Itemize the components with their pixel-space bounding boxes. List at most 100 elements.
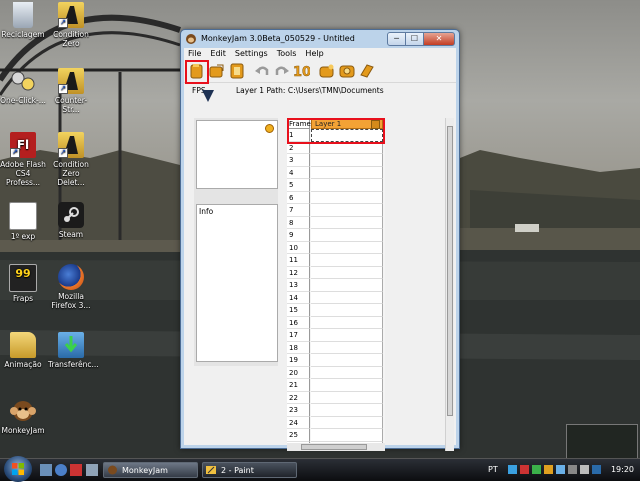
desktop-icon-condition-zero-deleted[interactable]: ↗ Condition Zero Delet... [48,132,94,187]
taskbar-button-paint[interactable]: 2 - Paint [202,462,297,478]
horizontal-scrollbar[interactable] [287,443,385,451]
frame-cell[interactable] [311,379,383,392]
menu-settings[interactable]: Settings [235,48,268,60]
minimize-button[interactable]: ─ [387,32,406,46]
frame-row[interactable]: 7 [287,204,385,217]
frame-cell[interactable] [311,154,383,167]
frame-cell[interactable] [311,179,383,192]
redo-icon[interactable] [274,63,290,79]
frame-row[interactable]: 12 [287,266,385,279]
frame-row[interactable]: 14 [287,291,385,304]
import-icon[interactable] [209,63,225,79]
desktop-icon-recycle-bin[interactable]: Reciclagem [0,2,46,39]
desktop-icon-adobe-flash[interactable]: Fl ↗ Adobe Flash CS4 Profess... [0,132,46,187]
desktop-icon-steam[interactable]: Steam [48,202,94,239]
tray-app-icon[interactable] [508,465,517,474]
desktop-icon-1-exp[interactable]: 1º exp [0,202,46,241]
desktop-icon-label: Steam [58,230,84,239]
desktop-gadget[interactable] [566,424,638,458]
frame-cell[interactable] [311,416,383,429]
frame-row[interactable]: 11 [287,254,385,267]
frame-cell[interactable] [311,241,383,254]
tray-app-icon[interactable] [592,465,601,474]
frame-row[interactable]: 25 [287,429,385,442]
quicklaunch-app-icon[interactable] [70,464,82,476]
frame-cell[interactable] [311,279,383,292]
frame-row[interactable]: 19 [287,354,385,367]
desktop-icon-counter-strike[interactable]: ↗ Counter-Str... [48,68,94,114]
frame-row[interactable]: 5 [287,179,385,192]
frame-cell[interactable] [311,341,383,354]
frame-row[interactable]: 13 [287,279,385,292]
frame-row[interactable]: 16 [287,316,385,329]
frame-row[interactable]: 9 [287,229,385,242]
frame-cell[interactable] [311,166,383,179]
frame-row[interactable]: 24 [287,416,385,429]
frame-cell[interactable] [311,391,383,404]
film-icon[interactable] [229,63,245,79]
start-button[interactable] [4,456,32,482]
network-icon[interactable] [568,465,577,474]
frame-cell[interactable] [311,354,383,367]
frame-cell[interactable] [311,429,383,442]
menu-help[interactable]: Help [305,48,323,60]
frame-row[interactable]: 17 [287,329,385,342]
desktop-icon-condition-zero[interactable]: ↗ Condition Zero [48,2,94,48]
frame-cell[interactable] [311,316,383,329]
desktop-icon-fraps[interactable]: 99 Fraps [0,264,46,303]
frame-cell[interactable] [311,266,383,279]
switch-windows-icon[interactable] [86,464,98,476]
capture-icon[interactable] [339,63,355,79]
menu-tools[interactable]: Tools [277,48,297,60]
frame-row[interactable]: 3 [287,154,385,167]
frame-row[interactable]: 8 [287,216,385,229]
language-indicator[interactable]: PT [488,465,498,474]
export-icon[interactable] [359,63,375,79]
desktop-icon-transferencias[interactable]: Transferênc... [48,332,99,369]
frame-row[interactable]: 6 [287,191,385,204]
tray-app-icon[interactable] [532,465,541,474]
scrollbar-thumb[interactable] [301,444,367,450]
clock[interactable]: 19:20 [611,465,634,474]
vertical-scrollbar[interactable] [445,118,454,451]
desktop-icon-firefox[interactable]: Mozilla Firefox 3... [48,264,94,310]
frame-cell[interactable] [311,216,383,229]
frame-cell[interactable] [311,291,383,304]
menu-file[interactable]: File [188,48,201,60]
frame-count-10-icon[interactable]: 10 [292,63,310,79]
tray-app-icon[interactable] [544,465,553,474]
frame-cell[interactable] [311,204,383,217]
menu-edit[interactable]: Edit [210,48,226,60]
frame-cell[interactable] [311,254,383,267]
undo-icon[interactable] [254,63,270,79]
monkeyjam-window[interactable]: MonkeyJam 3.0Beta_050529 - Untitled ─ ☐ … [180,29,460,451]
volume-icon[interactable] [580,465,589,474]
desktop-icon-one-click[interactable]: One-Click-... [0,68,46,105]
frame-cell[interactable] [311,329,383,342]
show-desktop-icon[interactable] [40,464,52,476]
title-bar[interactable]: MonkeyJam 3.0Beta_050529 - Untitled ─ ☐ … [181,30,459,48]
taskbar-button-monkeyjam[interactable]: MonkeyJam [103,462,198,478]
settings-icon[interactable] [319,63,335,79]
frame-row[interactable]: 18 [287,341,385,354]
frame-cell[interactable] [311,229,383,242]
frame-row[interactable]: 15 [287,304,385,317]
tray-app-icon[interactable] [520,465,529,474]
frame-cell[interactable] [311,191,383,204]
maximize-button[interactable]: ☐ [405,32,424,46]
frame-cell[interactable] [311,404,383,417]
frame-row[interactable]: 4 [287,166,385,179]
frame-row[interactable]: 10 [287,241,385,254]
frame-cell[interactable] [311,366,383,379]
frame-row[interactable]: 20 [287,366,385,379]
close-button[interactable]: ✕ [423,32,455,46]
tray-app-icon[interactable] [556,465,565,474]
frame-row[interactable]: 22 [287,391,385,404]
desktop-icon-animacao[interactable]: Animação [0,332,46,369]
frame-row[interactable]: 23 [287,404,385,417]
frame-cell[interactable] [311,304,383,317]
desktop-icon-monkeyjam[interactable]: MonkeyJam [0,398,46,435]
ie-icon[interactable] [55,464,67,476]
scrollbar-thumb[interactable] [447,126,453,416]
frame-row[interactable]: 21 [287,379,385,392]
